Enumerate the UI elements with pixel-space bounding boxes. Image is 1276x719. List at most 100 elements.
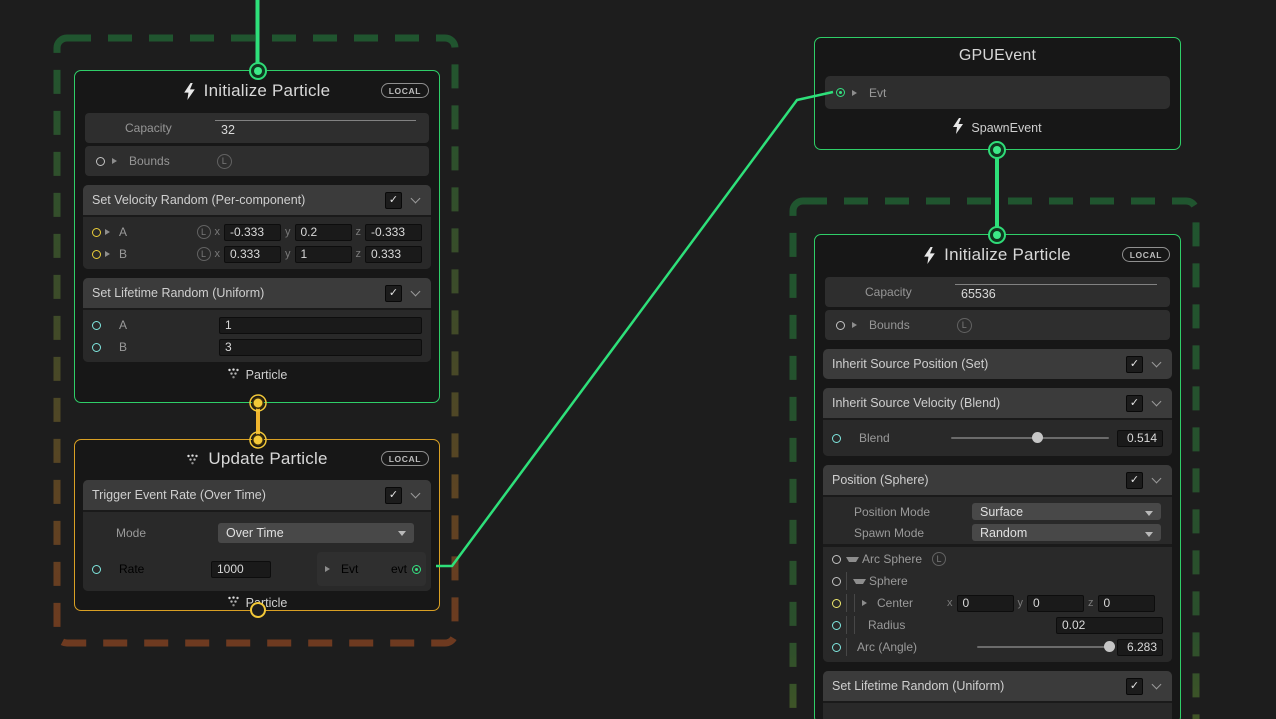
blend-slider[interactable]	[951, 431, 1109, 445]
vector-port[interactable]	[92, 250, 101, 259]
chevron-down-icon[interactable]	[411, 194, 421, 204]
block-header[interactable]: Set Lifetime Random (Uniform)	[83, 278, 431, 308]
position-mode-label: Position Mode	[854, 505, 972, 519]
chevron-down-icon[interactable]	[1152, 680, 1162, 690]
block-trigger-event-rate[interactable]: Trigger Event Rate (Over Time) Mode Over…	[83, 480, 431, 591]
evt-output-port[interactable]	[412, 565, 421, 574]
block-header[interactable]: Inherit Source Position (Set)	[823, 349, 1172, 379]
wire-evt-to-gpuevent[interactable]	[436, 92, 833, 566]
position-port[interactable]	[832, 599, 841, 608]
enabled-checkbox[interactable]	[385, 192, 402, 209]
y-input[interactable]: 1	[295, 246, 352, 263]
center-x-input[interactable]: 0	[957, 595, 1014, 612]
node-header[interactable]: Initialize Particle LOCAL	[75, 71, 439, 111]
expander-icon[interactable]	[325, 566, 335, 572]
chevron-down-icon[interactable]	[1152, 397, 1162, 407]
node-gpuevent[interactable]: GPUEvent Evt SpawnEvent	[814, 37, 1181, 150]
block-header[interactable]: Position (Sphere)	[823, 465, 1172, 495]
arcsphere-port[interactable]	[832, 555, 841, 564]
enabled-checkbox[interactable]	[1126, 678, 1143, 695]
local-badge: LOCAL	[381, 451, 429, 466]
expander-icon[interactable]	[105, 251, 115, 257]
enabled-checkbox[interactable]	[385, 487, 402, 504]
block-header[interactable]: Inherit Source Velocity (Blend)	[823, 388, 1172, 418]
mode-value: Over Time	[226, 526, 284, 540]
float-port[interactable]	[832, 643, 841, 652]
block-inherit-source-velocity[interactable]: Inherit Source Velocity (Blend) Blend 0.…	[823, 388, 1172, 456]
expander-icon[interactable]	[112, 158, 122, 164]
float-port[interactable]	[92, 343, 101, 352]
chevron-down-icon[interactable]	[411, 489, 421, 499]
expander-down-icon[interactable]	[853, 579, 866, 584]
block-header[interactable]: Set Velocity Random (Per-component)	[83, 185, 431, 215]
enabled-checkbox[interactable]	[1126, 395, 1143, 412]
center-y-input[interactable]: 0	[1027, 595, 1084, 612]
y-input[interactable]: 0.2	[295, 224, 352, 241]
float-port[interactable]	[832, 434, 841, 443]
rate-input[interactable]: 1000	[211, 561, 271, 578]
bounds-port[interactable]	[836, 321, 845, 330]
bounds-port[interactable]	[96, 157, 105, 166]
expander-icon[interactable]	[852, 90, 862, 96]
local-space-icon[interactable]: L	[197, 247, 211, 261]
float-port[interactable]	[832, 621, 841, 630]
z-input[interactable]: 0.333	[365, 246, 422, 263]
mode-row: Mode Over Time	[88, 517, 426, 549]
axis-z-label: z	[356, 248, 362, 260]
arc-angle-input[interactable]: 6.283	[1117, 639, 1163, 656]
block-position-sphere[interactable]: Position (Sphere) Position Mode Surface …	[823, 465, 1172, 662]
local-space-icon[interactable]: L	[217, 154, 232, 169]
enabled-checkbox[interactable]	[1126, 472, 1143, 489]
blend-input[interactable]: 0.514	[1117, 430, 1163, 447]
particle-output: Particle	[75, 362, 439, 388]
node-header[interactable]: Update Particle LOCAL	[75, 440, 439, 478]
capacity-input[interactable]: 32	[215, 120, 416, 137]
position-mode-dropdown[interactable]: Surface	[972, 503, 1161, 520]
expander-down-icon[interactable]	[846, 557, 859, 562]
local-space-icon[interactable]: L	[957, 318, 972, 333]
center-z-input[interactable]: 0	[1098, 595, 1155, 612]
capacity-input[interactable]: 65536	[955, 284, 1157, 301]
value-input[interactable]: 3	[219, 339, 422, 356]
radius-input[interactable]: 0.02	[1056, 617, 1163, 634]
vector-port[interactable]	[92, 228, 101, 237]
vfx-graph-canvas[interactable]: Initialize Particle LOCAL Capacity 32 Bo…	[0, 0, 1276, 719]
block-set-lifetime-random[interactable]: Set Lifetime Random (Uniform) A 1 B 3	[83, 278, 431, 362]
node-update-particle[interactable]: Update Particle LOCAL Trigger Event Rate…	[74, 439, 440, 611]
sphere-port[interactable]	[832, 577, 841, 586]
block-set-lifetime-random[interactable]: Set Lifetime Random (Uniform)	[823, 671, 1172, 719]
enabled-checkbox[interactable]	[385, 285, 402, 302]
expander-icon[interactable]	[862, 600, 872, 606]
local-space-icon[interactable]: L	[197, 225, 211, 239]
spawn-mode-dropdown[interactable]: Random	[972, 524, 1161, 541]
node-header[interactable]: Initialize Particle LOCAL	[815, 235, 1180, 275]
node-initialize-particle-right[interactable]: Initialize Particle LOCAL Capacity 65536…	[814, 234, 1181, 719]
value-input[interactable]: 1	[219, 317, 422, 334]
node-header[interactable]: GPUEvent	[815, 38, 1180, 74]
float-port[interactable]	[92, 321, 101, 330]
expander-icon[interactable]	[105, 229, 115, 235]
block-header[interactable]: Trigger Event Rate (Over Time)	[83, 480, 431, 510]
expander-icon[interactable]	[852, 322, 862, 328]
chevron-down-icon[interactable]	[1152, 474, 1162, 484]
lightning-bolt-icon	[924, 247, 935, 264]
axis-x-label: x	[215, 248, 221, 260]
enabled-checkbox[interactable]	[1126, 356, 1143, 373]
float-port[interactable]	[92, 565, 101, 574]
z-input[interactable]: -0.333	[365, 224, 422, 241]
x-input[interactable]: 0.333	[224, 246, 281, 263]
bounds-row: Bounds L	[825, 310, 1170, 340]
local-space-icon[interactable]: L	[932, 552, 946, 566]
chevron-down-icon[interactable]	[1152, 358, 1162, 368]
node-initialize-particle-left[interactable]: Initialize Particle LOCAL Capacity 32 Bo…	[74, 70, 440, 403]
x-input[interactable]: -0.333	[224, 224, 281, 241]
block-set-velocity-random[interactable]: Set Velocity Random (Per-component) A L …	[83, 185, 431, 269]
arc-angle-slider[interactable]	[977, 640, 1109, 654]
mode-dropdown[interactable]: Over Time	[218, 523, 414, 543]
mode-label: Mode	[116, 526, 218, 540]
chevron-down-icon[interactable]	[411, 287, 421, 297]
block-inherit-source-position[interactable]: Inherit Source Position (Set)	[823, 349, 1172, 379]
block-header[interactable]: Set Lifetime Random (Uniform)	[823, 671, 1172, 701]
evt-input-port[interactable]	[836, 88, 845, 97]
bounds-label: Bounds	[869, 318, 910, 332]
